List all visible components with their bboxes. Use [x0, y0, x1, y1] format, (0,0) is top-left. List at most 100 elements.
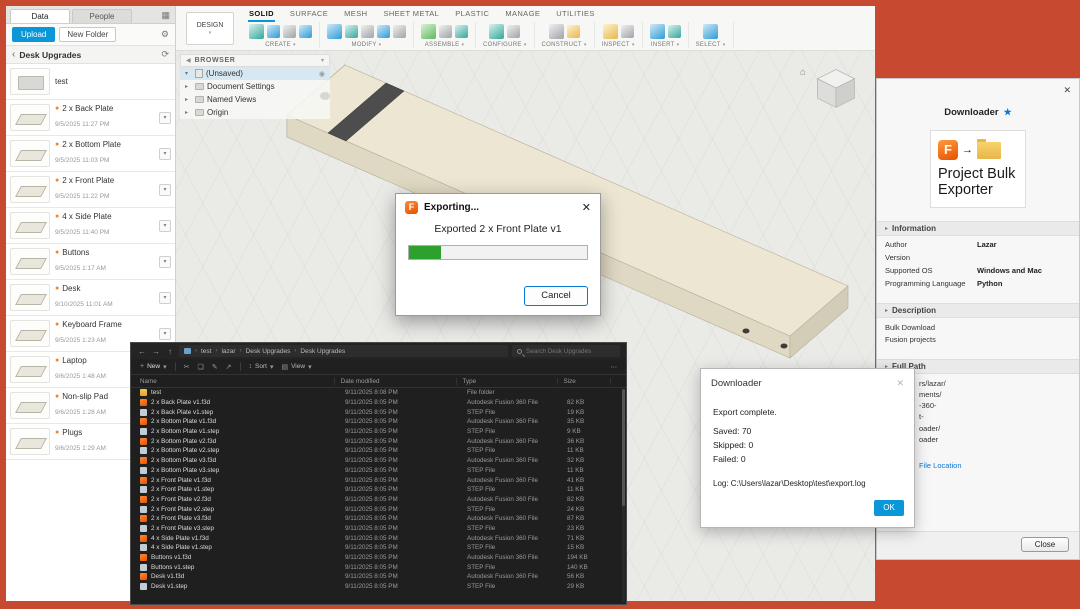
split-body-icon[interactable]	[393, 25, 406, 38]
browser-node[interactable]: ▸ Named Views	[180, 93, 330, 106]
close-icon[interactable]: ✕	[896, 378, 904, 389]
file-row[interactable]: Buttons v1.step 9/11/2025 8:05 PM STEP F…	[131, 562, 626, 572]
file-row[interactable]: 2 x Front Plate v1.f3d 9/11/2025 8:05 PM…	[131, 475, 626, 485]
close-icon[interactable]: ✕	[582, 201, 591, 214]
nav-back-icon[interactable]: ←	[137, 347, 147, 356]
section-information[interactable]: ▸ Information	[877, 221, 1079, 236]
ribbon-tab[interactable]: MESH	[343, 7, 368, 22]
file-row[interactable]: 2 x Bottom Plate v1.f3d 9/11/2025 8:05 P…	[131, 417, 626, 427]
ribbon-tab[interactable]: SURFACE	[289, 7, 329, 22]
data-panel-item[interactable]: ● 2 x Bottom Plate 9/5/2025 11:03 PM ▾	[6, 136, 175, 172]
data-panel-item[interactable]: test	[6, 64, 175, 100]
extrude-icon[interactable]	[267, 25, 280, 38]
explorer-search-box[interactable]	[512, 345, 620, 357]
file-row[interactable]: 2 x Bottom Plate v2.step 9/11/2025 8:05 …	[131, 446, 626, 456]
configure-table-icon[interactable]	[507, 25, 520, 38]
file-location-link[interactable]: File Location	[919, 461, 1079, 470]
column-name[interactable]: Name	[140, 378, 335, 385]
pattern-icon[interactable]	[299, 25, 312, 38]
viewcube-cube[interactable]	[811, 63, 861, 113]
group-label-inspect[interactable]: INSPECT▾	[602, 42, 635, 48]
column-date-modified[interactable]: Date modified	[341, 378, 457, 385]
joint-icon[interactable]	[439, 25, 452, 38]
version-dropdown[interactable]: ▾	[159, 184, 171, 196]
column-type[interactable]: Type	[463, 378, 558, 385]
browser-root-node[interactable]: ▾ (Unsaved) ◉	[180, 67, 330, 80]
copy-icon[interactable]: ❏	[198, 363, 204, 371]
browser-node[interactable]: ▸ Document Settings	[180, 80, 330, 93]
collapse-panel-icon[interactable]: ◀	[186, 57, 191, 64]
combine-icon[interactable]	[377, 25, 390, 38]
construct-plane-icon[interactable]	[549, 24, 564, 39]
file-row[interactable]: Desk v1.step 9/11/2025 8:05 PM STEP File…	[131, 582, 626, 592]
version-dropdown[interactable]: ▾	[159, 148, 171, 160]
breadcrumb-segment[interactable]: test	[201, 348, 211, 355]
browser-node[interactable]: ▸ Origin	[180, 106, 330, 119]
insert-mesh-icon[interactable]	[650, 24, 665, 39]
favorite-star-icon[interactable]: ★	[1004, 107, 1012, 118]
data-panel-tab[interactable]: Data	[10, 9, 70, 23]
create-sketch-icon[interactable]	[249, 24, 264, 39]
more-options-icon[interactable]: ⋯	[611, 363, 618, 371]
version-dropdown[interactable]: ▾	[159, 292, 171, 304]
browser-menu-icon[interactable]: ▾	[321, 57, 324, 64]
file-row[interactable]: Buttons v1.f3d 9/11/2025 8:05 PM Autodes…	[131, 553, 626, 563]
back-chevron-icon[interactable]: ‹	[12, 51, 15, 59]
file-row[interactable]: 2 x Front Plate v2.step 9/11/2025 8:05 P…	[131, 504, 626, 514]
file-row[interactable]: Desk v1.f3d 9/11/2025 8:05 PM Autodesk F…	[131, 572, 626, 582]
section-analysis-icon[interactable]	[621, 25, 634, 38]
file-row[interactable]: 2 x Bottom Plate v1.step 9/11/2025 8:05 …	[131, 427, 626, 437]
measure-icon[interactable]	[603, 24, 618, 39]
sort-menu[interactable]: ↕ Sort ▾	[249, 363, 274, 371]
refresh-icon[interactable]: ⟳	[161, 49, 169, 60]
close-icon[interactable]: ✕	[1063, 85, 1071, 96]
file-row[interactable]: 2 x Back Plate v1.step 9/11/2025 8:05 PM…	[131, 407, 626, 417]
search-input[interactable]	[526, 348, 615, 355]
data-panel-item[interactable]: ● 2 x Back Plate 9/5/2025 11:27 PM ▾	[6, 100, 175, 136]
nav-up-icon[interactable]: ↑	[165, 347, 175, 356]
file-row[interactable]: 2 x Front Plate v2.f3d 9/11/2025 8:05 PM…	[131, 495, 626, 505]
ribbon-tab[interactable]: SHEET METAL	[382, 7, 440, 22]
configuration-icon[interactable]	[489, 24, 504, 39]
file-row[interactable]: 2 x Front Plate v1.step 9/11/2025 8:05 P…	[131, 485, 626, 495]
workspace-dropdown[interactable]: DESIGN ▾	[186, 12, 234, 45]
scrollbar[interactable]	[622, 389, 625, 602]
ribbon-tab[interactable]: UTILITIES	[555, 7, 596, 22]
press-pull-icon[interactable]	[327, 24, 342, 39]
version-dropdown[interactable]: ▾	[159, 256, 171, 268]
file-row[interactable]: 2 x Bottom Plate v3.f3d 9/11/2025 8:05 P…	[131, 456, 626, 466]
cut-icon[interactable]: ✂	[184, 363, 190, 371]
decal-icon[interactable]	[668, 25, 681, 38]
file-row[interactable]: 2 x Bottom Plate v3.step 9/11/2025 8:05 …	[131, 466, 626, 476]
grid-view-icon[interactable]: ▦	[161, 10, 170, 23]
fillet-icon[interactable]	[345, 25, 358, 38]
section-description[interactable]: ▸ Description	[877, 303, 1079, 318]
home-icon[interactable]: ⌂	[800, 67, 806, 78]
nav-forward-icon[interactable]: →	[151, 347, 161, 356]
version-dropdown[interactable]: ▾	[159, 328, 171, 340]
close-button[interactable]: Close	[1021, 537, 1069, 552]
upload-button[interactable]: Upload	[12, 27, 55, 42]
breadcrumb-segment[interactable]: Desk Upgrades	[246, 348, 291, 355]
cancel-button[interactable]: Cancel	[524, 286, 588, 306]
rename-icon[interactable]: ✎	[212, 363, 218, 371]
new-component-icon[interactable]	[421, 24, 436, 39]
gear-icon[interactable]: ⚙	[161, 29, 169, 40]
share-icon[interactable]: ↗	[226, 363, 232, 371]
group-label-create[interactable]: CREATE▾	[265, 42, 296, 48]
version-dropdown[interactable]: ▾	[159, 112, 171, 124]
group-label-modify[interactable]: MODIFY▾	[352, 42, 382, 48]
rigid-group-icon[interactable]	[455, 25, 468, 38]
version-dropdown[interactable]: ▾	[159, 220, 171, 232]
select-icon[interactable]	[703, 24, 718, 39]
file-row[interactable]: 2 x Front Plate v3.step 9/11/2025 8:05 P…	[131, 524, 626, 534]
tree-caret-icon[interactable]: ▸	[185, 109, 192, 116]
axis-icon[interactable]	[567, 25, 580, 38]
new-folder-button[interactable]: New Folder	[59, 27, 116, 42]
ribbon-tab[interactable]: MANAGE	[504, 7, 541, 22]
ribbon-tab[interactable]: PLASTIC	[454, 7, 490, 22]
visibility-icon[interactable]: ◉	[319, 70, 325, 78]
ok-button[interactable]: OK	[874, 500, 904, 516]
breadcrumb-segment[interactable]: Desk Upgrades	[300, 348, 345, 355]
data-panel-item[interactable]: ● Buttons 9/5/2025 1:17 AM ▾	[6, 244, 175, 280]
